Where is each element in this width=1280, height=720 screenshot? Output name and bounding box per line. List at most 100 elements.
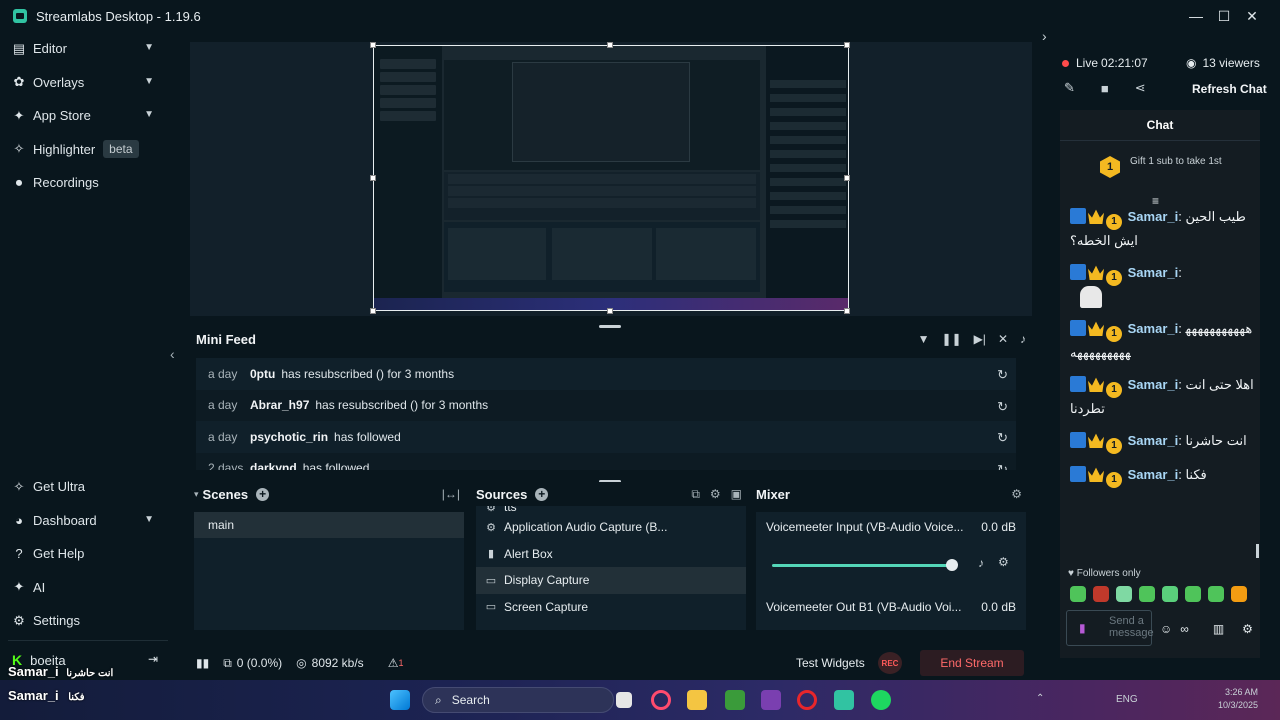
gear-icon[interactable]: ⚙ [1011, 487, 1022, 501]
source-group-icon[interactable]: ⧉ [691, 487, 700, 502]
emoji-icon[interactable]: ☺ [1160, 622, 1172, 636]
volume-slider-knob[interactable] [946, 559, 958, 571]
emote-icon[interactable] [1231, 586, 1247, 602]
replay-icon[interactable]: ↻ [997, 430, 1008, 446]
chat-username[interactable]: Samar_i [1128, 209, 1179, 224]
emote-icon[interactable] [1162, 586, 1178, 602]
gift-sub-banner[interactable]: 1 Gift 1 sub to take 1st [1100, 156, 1250, 178]
spotify-icon[interactable] [871, 690, 891, 710]
source-item[interactable]: ▭ Screen Capture [476, 594, 746, 621]
sidebar-item-highlighter[interactable]: ✧ Highlighter beta [0, 133, 168, 167]
alerts[interactable]: ⚠ 1 [388, 656, 404, 670]
sidebar-item-dashboard[interactable]: ◕ Dashboard ▼ [0, 504, 168, 538]
chat-username[interactable]: Samar_i [1128, 467, 1179, 482]
close-button[interactable]: ✕ [1238, 0, 1266, 32]
chat-scrollbar[interactable] [1256, 544, 1259, 558]
resize-handle[interactable] [370, 308, 376, 314]
pause-icon[interactable]: ❚❚ [941, 332, 961, 346]
source-item[interactable]: ▮ Alert Box [476, 541, 746, 568]
add-folder-icon[interactable]: ▣ [731, 487, 742, 502]
logout-icon[interactable]: ⇥ [148, 652, 158, 666]
sidebar-item-editor[interactable]: ▤ Editor ▼ [0, 32, 168, 66]
emote-icon[interactable] [1208, 586, 1224, 602]
sidebar-item-overlays[interactable]: ✿ Overlays ▼ [0, 66, 168, 100]
chat-username[interactable]: Samar_i [1128, 433, 1179, 448]
source-item[interactable]: ▭ Display Capture [476, 567, 746, 594]
resize-handle[interactable] [607, 308, 613, 314]
replay-icon[interactable]: ↻ [997, 367, 1008, 383]
emote-icon[interactable] [1070, 586, 1086, 602]
streamlabs-taskbar-icon[interactable] [834, 690, 854, 710]
collapse-icon[interactable]: ▾ [194, 489, 199, 500]
maximize-button[interactable]: ☐ [1210, 0, 1238, 32]
chevron-down-icon[interactable]: ▼ [144, 514, 154, 525]
windows-start-icon[interactable] [390, 690, 410, 710]
resize-handle[interactable] [844, 42, 850, 48]
input-language[interactable]: ENG [1116, 694, 1138, 705]
chevron-right-icon[interactable]: › [1042, 28, 1047, 44]
opera-icon[interactable] [797, 690, 817, 710]
chat-input[interactable]: ▮ Send a message [1066, 610, 1154, 646]
minimize-button[interactable]: — [1182, 0, 1210, 32]
taskbar-search[interactable]: ⌕ Search [422, 687, 614, 713]
channel-settings-icon[interactable]: ⚙ [998, 555, 1009, 569]
chat-username[interactable]: Samar_i [1128, 265, 1179, 280]
edit-stream-icon[interactable]: ✎ [1064, 80, 1075, 96]
resize-handle[interactable] [370, 42, 376, 48]
chevron-down-icon[interactable]: ▼ [144, 42, 154, 53]
chat-username[interactable]: Samar_i [1128, 321, 1179, 336]
photos-icon[interactable] [761, 690, 781, 710]
chat-username[interactable]: Samar_i [1128, 377, 1179, 392]
resize-handle[interactable] [844, 308, 850, 314]
source-item[interactable]: ⚙ Application Audio Capture (B... [476, 514, 746, 541]
stream-preview[interactable] [190, 42, 1032, 316]
resize-handle[interactable] [370, 175, 376, 181]
mute-alerts-icon[interactable]: ✕ [998, 332, 1008, 346]
resize-handle[interactable] [607, 42, 613, 48]
tray-chevron-icon[interactable]: ⌃ [1036, 693, 1044, 704]
rec-button[interactable]: REC [878, 652, 902, 674]
scene-transitions-icon[interactable]: |↔| [442, 487, 460, 501]
volume-icon[interactable]: ♪ [1020, 332, 1026, 346]
microphone-icon[interactable]: ▮ [1079, 621, 1086, 635]
emote-icon[interactable] [1093, 586, 1109, 602]
opera-gx-icon[interactable] [651, 690, 671, 710]
refresh-chat-button[interactable]: Refresh Chat [1192, 82, 1267, 96]
resize-handle[interactable] [844, 175, 850, 181]
emote-icon[interactable] [1116, 586, 1132, 602]
source-item[interactable]: ⚙ tts [476, 506, 746, 514]
chevron-down-icon[interactable]: ▼ [144, 109, 154, 120]
chevron-down-icon[interactable]: ▼ [144, 76, 154, 87]
emote-icon[interactable] [1185, 586, 1201, 602]
collapse-left-icon[interactable]: ‹ [170, 346, 175, 362]
sidebar-item-recordings[interactable]: ⏺ Recordings [0, 166, 168, 200]
source-properties-icon[interactable]: ⚙ [710, 487, 721, 502]
sidebar-item-get-ultra[interactable]: ✧ Get Ultra [0, 470, 168, 504]
add-source-button[interactable]: + [535, 487, 549, 501]
add-scene-button[interactable]: + [256, 487, 270, 501]
file-explorer-icon[interactable] [687, 690, 707, 710]
settings-icon[interactable]: ⚙ [1242, 622, 1253, 636]
performance-icon[interactable]: ▮▮ [196, 656, 209, 670]
end-stream-button[interactable]: End Stream [920, 650, 1024, 676]
replay-icon[interactable]: ↻ [997, 462, 1008, 471]
taskbar-clock[interactable]: 3:26 AM 10/3/2025 [1218, 686, 1258, 712]
emote-icon[interactable] [1139, 586, 1155, 602]
sidebar-item-ai[interactable]: ✦ AI [0, 571, 168, 605]
sidebar-item-settings[interactable]: ⚙ Settings [0, 604, 168, 638]
skip-icon[interactable]: ▶| [974, 332, 986, 346]
task-view-icon[interactable] [616, 692, 632, 708]
infinity-icon[interactable]: ∞ [1180, 622, 1189, 636]
camera-icon[interactable]: ■ [1101, 81, 1109, 96]
filter-icon[interactable]: ▼ [918, 332, 930, 346]
share-icon[interactable]: ⋖ [1135, 80, 1146, 96]
scene-item[interactable]: main [194, 512, 464, 538]
sidebar-item-app-store[interactable]: ✦ App Store ▼ [0, 99, 168, 133]
sidebar-item-get-help[interactable]: ? Get Help [0, 537, 168, 571]
display-capture-preview[interactable] [373, 45, 849, 311]
replay-icon[interactable]: ↻ [997, 399, 1008, 415]
volume-slider-track[interactable] [772, 564, 952, 567]
speaker-icon[interactable]: ♪ [978, 556, 984, 570]
xbox-icon[interactable] [725, 690, 745, 710]
test-widgets-button[interactable]: Test Widgets [796, 656, 865, 670]
